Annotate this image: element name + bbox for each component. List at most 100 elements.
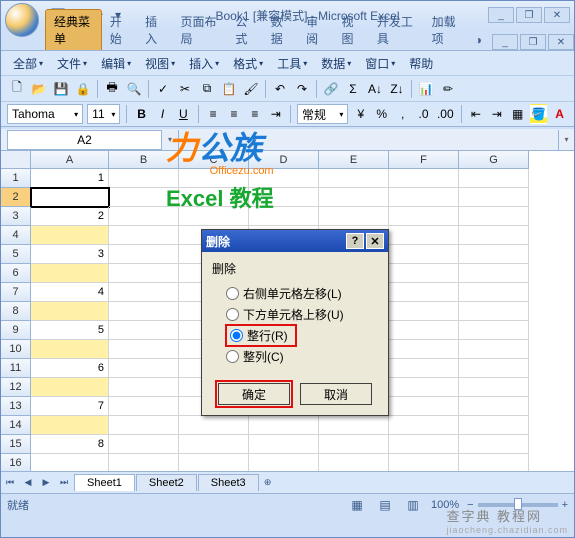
increase-indent-icon[interactable]: ⇥	[488, 104, 505, 124]
cell[interactable]	[459, 321, 529, 340]
row-header[interactable]: 9	[1, 321, 31, 340]
cell[interactable]	[109, 340, 179, 359]
cell[interactable]	[459, 416, 529, 435]
cell[interactable]	[319, 169, 389, 188]
cell[interactable]	[319, 416, 389, 435]
cell[interactable]: 8	[31, 435, 109, 454]
row-header[interactable]: 15	[1, 435, 31, 454]
menu-insert[interactable]: 插入▾	[183, 53, 225, 74]
cell[interactable]	[459, 264, 529, 283]
cell[interactable]	[31, 302, 109, 321]
tab-addins[interactable]: 加载项	[424, 10, 469, 50]
cell[interactable]	[319, 207, 389, 226]
sort-asc-icon[interactable]: A↓	[365, 79, 385, 99]
name-box[interactable]: A2	[7, 130, 162, 150]
cell[interactable]	[389, 302, 459, 321]
ribbon-help-icon[interactable]: ◑	[469, 30, 488, 50]
cell[interactable]	[389, 397, 459, 416]
cell[interactable]	[389, 321, 459, 340]
restore-button[interactable]: ❐	[516, 7, 542, 23]
dialog-help-button[interactable]: ?	[346, 233, 364, 249]
sheet-tab-3[interactable]: Sheet3	[198, 474, 259, 491]
cell[interactable]	[389, 188, 459, 207]
cell[interactable]	[109, 359, 179, 378]
view-pagebreak-icon[interactable]: ▥	[403, 495, 423, 515]
tab-home[interactable]: 开始	[102, 10, 137, 50]
menu-all[interactable]: 全部▾	[7, 53, 49, 74]
hyperlink-icon[interactable]: 🔗	[321, 79, 341, 99]
cell[interactable]: 3	[31, 245, 109, 264]
col-header-c[interactable]: C	[179, 151, 249, 169]
cell[interactable]	[179, 188, 249, 207]
tab-classic-menu[interactable]: 经典菜单	[45, 9, 102, 50]
col-header-a[interactable]: A	[31, 151, 109, 169]
workbook-restore-button[interactable]: ❐	[520, 34, 546, 50]
cell[interactable]	[249, 169, 319, 188]
last-sheet-icon[interactable]: ⏭	[55, 474, 73, 492]
cell[interactable]	[389, 359, 459, 378]
minimize-button[interactable]: _	[488, 7, 514, 23]
permission-icon[interactable]: 🔒	[73, 79, 93, 99]
font-color-icon[interactable]: A	[551, 104, 568, 124]
close-button[interactable]: ✕	[544, 7, 570, 23]
cell[interactable]: 1	[31, 169, 109, 188]
cell[interactable]	[459, 397, 529, 416]
percent-icon[interactable]: %	[373, 104, 390, 124]
formula-input[interactable]	[178, 130, 558, 150]
row-header[interactable]: 3	[1, 207, 31, 226]
undo-icon[interactable]: ↶	[270, 79, 290, 99]
row-header[interactable]: 10	[1, 340, 31, 359]
cell[interactable]	[109, 378, 179, 397]
cell[interactable]	[459, 302, 529, 321]
option-entire-column[interactable]: 整列(C)	[226, 346, 378, 367]
cell[interactable]	[389, 283, 459, 302]
cell[interactable]	[389, 169, 459, 188]
spelling-icon[interactable]: ✓	[153, 79, 173, 99]
cell[interactable]	[249, 454, 319, 471]
menu-file[interactable]: 文件▾	[51, 53, 93, 74]
cell[interactable]	[109, 454, 179, 471]
cell[interactable]	[109, 283, 179, 302]
cell[interactable]	[109, 169, 179, 188]
paste-icon[interactable]: 📋	[219, 79, 239, 99]
row-header[interactable]: 4	[1, 226, 31, 245]
option-entire-row[interactable]: 整行(R)	[226, 325, 296, 346]
cell[interactable]	[459, 283, 529, 302]
next-sheet-icon[interactable]: ▶	[37, 474, 55, 492]
cell[interactable]	[389, 435, 459, 454]
ok-button[interactable]: 确定	[218, 383, 290, 405]
cell[interactable]	[31, 340, 109, 359]
underline-icon[interactable]: U	[175, 104, 192, 124]
cell[interactable]	[459, 245, 529, 264]
cell[interactable]	[459, 378, 529, 397]
cell[interactable]	[31, 378, 109, 397]
font-size-box[interactable]: 11▾	[87, 104, 120, 124]
prev-sheet-icon[interactable]: ◀	[19, 474, 37, 492]
row-header[interactable]: 13	[1, 397, 31, 416]
cell[interactable]	[31, 264, 109, 283]
menu-data[interactable]: 数据▾	[315, 53, 357, 74]
tab-formulas[interactable]: 公式	[227, 10, 262, 50]
workbook-minimize-button[interactable]: _	[492, 34, 518, 50]
cell[interactable]	[179, 207, 249, 226]
cell[interactable]	[319, 435, 389, 454]
cell[interactable]	[109, 188, 179, 207]
fill-color-icon[interactable]: 🪣	[530, 104, 547, 124]
italic-icon[interactable]: I	[154, 104, 171, 124]
cell[interactable]: 6	[31, 359, 109, 378]
cell[interactable]	[389, 226, 459, 245]
col-header-e[interactable]: E	[319, 151, 389, 169]
chart-icon[interactable]: 📊	[416, 79, 436, 99]
cell[interactable]	[179, 169, 249, 188]
namebox-dropdown-icon[interactable]: ▾	[162, 130, 178, 150]
tab-developer[interactable]: 开发工具	[369, 10, 424, 50]
menu-view[interactable]: 视图▾	[139, 53, 181, 74]
copy-icon[interactable]: ⧉	[197, 79, 217, 99]
align-center-icon[interactable]: ≡	[226, 104, 243, 124]
cell[interactable]	[179, 454, 249, 471]
row-header[interactable]: 1	[1, 169, 31, 188]
col-header-f[interactable]: F	[389, 151, 459, 169]
cell[interactable]: 4	[31, 283, 109, 302]
option-shift-up[interactable]: 下方单元格上移(U)	[226, 304, 378, 325]
save-icon[interactable]: 💾	[51, 79, 71, 99]
